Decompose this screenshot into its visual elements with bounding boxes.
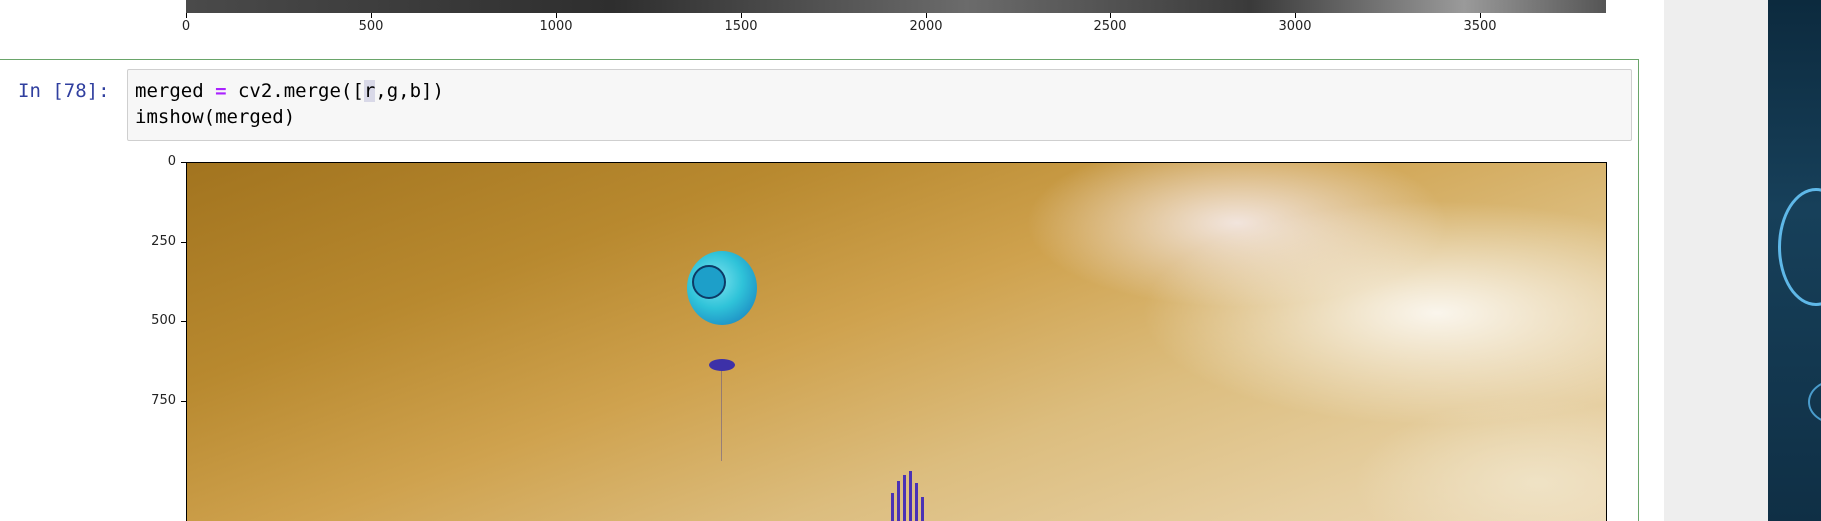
- y-tick-label: 0: [167, 154, 176, 169]
- x-tick-label: 3500: [1463, 19, 1497, 34]
- x-tick-mark: [1295, 13, 1296, 18]
- balloon-basket-shape: [709, 359, 735, 371]
- balloon-tether-line: [721, 371, 722, 461]
- x-tick-label: 1000: [539, 19, 573, 34]
- x-tick-mark: [1110, 13, 1111, 18]
- decorative-arc-icon: [1808, 380, 1821, 424]
- code-line-2: imshow(merged): [135, 106, 295, 128]
- x-tick-mark: [1480, 13, 1481, 18]
- merged-image-output: [186, 162, 1607, 521]
- code-token: cv2.merge([: [226, 80, 364, 102]
- x-tick-mark: [741, 13, 742, 18]
- code-line-1: merged = cv2.merge([r,g,b]): [135, 80, 444, 102]
- code-input-area[interactable]: merged = cv2.merge([r,g,b]) imshow(merge…: [127, 69, 1632, 141]
- previous-output-image: [186, 0, 1606, 13]
- code-token: imshow(merged): [135, 106, 296, 128]
- x-tick-label: 3000: [1278, 19, 1312, 34]
- x-tick-mark: [371, 13, 372, 18]
- code-token: ,g,b]): [375, 80, 444, 102]
- code-token: merged: [135, 80, 216, 102]
- scroll-gutter: [1664, 0, 1768, 521]
- text-cursor-highlight: r: [363, 80, 376, 102]
- cell-prompt: In [78]:: [18, 80, 110, 102]
- y-tick-label: 750: [151, 393, 176, 408]
- x-tick-mark: [186, 13, 187, 18]
- x-tick-mark: [556, 13, 557, 18]
- notebook-panel: 0 500 1000 1500 2000 2500 3000 3500 In [78]: me…: [0, 0, 1664, 521]
- decorative-arc-icon: [1778, 188, 1821, 306]
- background-window-edge: [1768, 0, 1821, 521]
- x-tick-label: 1500: [724, 19, 758, 34]
- x-tick-label: 0: [181, 19, 191, 34]
- x-tick-label: 500: [358, 19, 384, 34]
- x-tick-mark: [926, 13, 927, 18]
- y-tick-label: 500: [151, 313, 176, 328]
- x-tick-label: 2500: [1093, 19, 1127, 34]
- balloon-shape: [687, 251, 757, 325]
- y-tick-label: 250: [151, 234, 176, 249]
- anchor-emblem-icon: [692, 265, 726, 299]
- tower-structure-shape: [887, 471, 931, 521]
- operator-token: =: [215, 80, 227, 102]
- x-tick-label: 2000: [909, 19, 943, 34]
